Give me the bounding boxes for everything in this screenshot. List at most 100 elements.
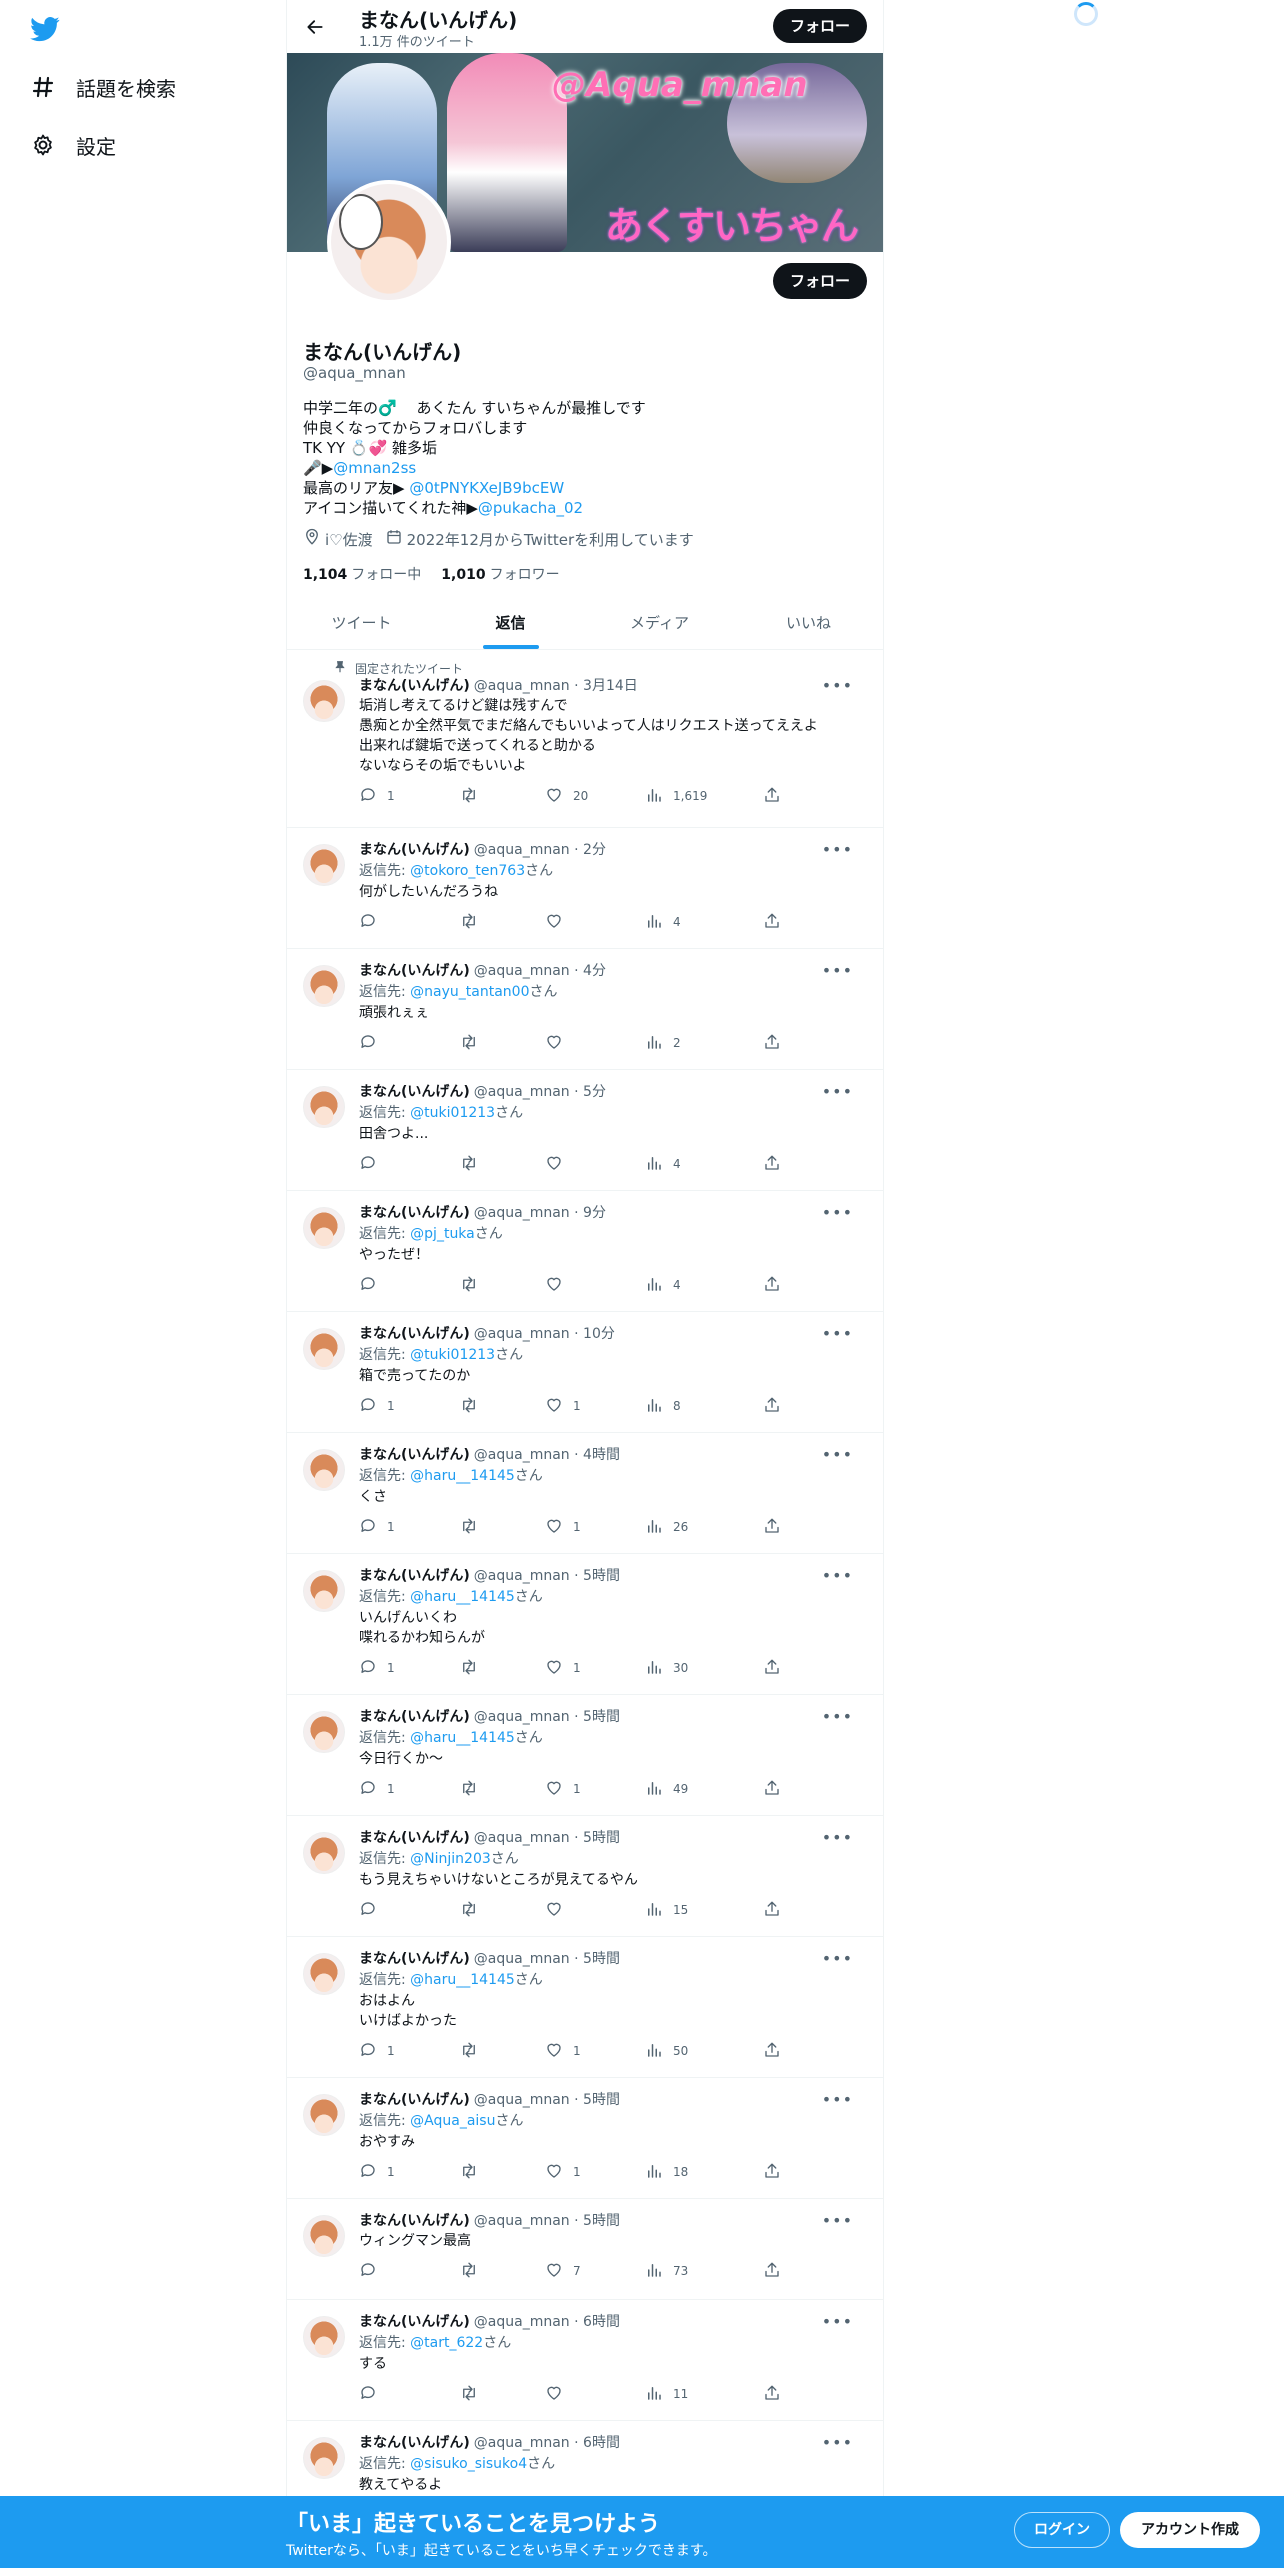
reply-button[interactable]: 1 [359,2039,395,2063]
like-button[interactable] [545,2382,573,2406]
reply-button[interactable]: 1 [359,1515,395,1539]
views-button[interactable]: 73 [645,2259,688,2283]
tweet-avatar[interactable] [303,1953,345,1995]
reply-to-handle[interactable]: @haru__14145 [410,1468,515,1484]
tweet-time[interactable]: 5時間 [583,2213,620,2229]
share-button[interactable] [763,910,791,934]
tweet-avatar[interactable] [303,1207,345,1249]
reply-to-handle[interactable]: @nayu_tantan00 [410,984,529,1000]
tweet-avatar[interactable] [303,1570,345,1612]
reply-to-handle[interactable]: @tart_622 [410,2335,483,2351]
tweet-avatar[interactable] [303,1832,345,1874]
like-button[interactable]: 20 [545,784,588,808]
profile-follow-button[interactable]: フォロー [773,263,867,299]
more-options-icon[interactable]: ••• [822,2433,853,2452]
views-button[interactable]: 8 [645,1394,681,1418]
profile-avatar[interactable] [327,180,451,304]
pinned-tweet[interactable]: 固定されたツイート まなん(いんげん) @aqua_mnan · 3月14日 ••• 垢… [287,652,883,828]
share-button[interactable] [763,1777,791,1801]
reply-button[interactable] [359,2382,387,2406]
more-options-icon[interactable]: ••• [822,1707,853,1726]
tweet-author-name[interactable]: まなん(いんげん) [359,963,470,979]
more-options-icon[interactable]: ••• [822,2090,853,2109]
retweet-button[interactable] [459,1273,489,1297]
tweet[interactable]: まなん(いんげん) @aqua_mnan · 10分 ••• 返信先: @tuki01… [287,1312,883,1433]
reply-to-handle[interactable]: @haru__14145 [410,1972,515,1988]
reply-button[interactable] [359,1031,387,1055]
tweet-author-handle[interactable]: @aqua_mnan [474,1326,570,1342]
tweet-avatar[interactable] [303,1711,345,1753]
retweet-button[interactable] [459,1152,489,1176]
share-button[interactable] [763,1394,791,1418]
tweet-time[interactable]: 5時間 [583,1830,620,1846]
tweet-avatar[interactable] [303,844,345,886]
tweet-avatar[interactable] [303,2215,345,2257]
views-button[interactable]: 26 [645,1515,688,1539]
retweet-button[interactable] [459,1515,489,1539]
tab-tweets[interactable]: ツイート [287,597,436,649]
tweet-author-name[interactable]: まなん(いんげん) [359,1326,470,1342]
tweet-author-handle[interactable]: @aqua_mnan [474,842,570,858]
retweet-button[interactable] [459,910,489,934]
tweet-author-name[interactable]: まなん(いんげん) [359,2213,470,2229]
reply-button[interactable] [359,1152,387,1176]
tweet-avatar[interactable] [303,2437,345,2479]
tweet[interactable]: まなん(いんげん) @aqua_mnan · 5時間 ••• 返信先: @haru__… [287,1937,883,2078]
like-button[interactable]: 1 [545,1777,581,1801]
tweet-author-name[interactable]: まなん(いんげん) [359,842,470,858]
tweet-time[interactable]: 9分 [583,1205,606,1221]
tweet-author-handle[interactable]: @aqua_mnan [474,2435,570,2451]
tweet[interactable]: まなん(いんげん) @aqua_mnan · 5分 ••• 返信先: @tuki012… [287,1070,883,1191]
retweet-button[interactable] [459,2160,489,2184]
tweet[interactable]: まなん(いんげん) @aqua_mnan · 5時間 ••• 返信先: @Ninjin… [287,1816,883,1937]
tweet-avatar[interactable] [303,2316,345,2358]
reply-to-handle[interactable]: @Ninjin203 [410,1851,491,1867]
reply-to-handle[interactable]: @Aqua_aisu [410,2113,495,2129]
followers-link[interactable]: 1,010 フォロワー [441,564,559,584]
tweet-author-name[interactable]: まなん(いんげん) [359,1447,470,1463]
reply-button[interactable]: 1 [359,1656,395,1680]
tweet-time[interactable]: 3月14日 [583,678,638,694]
tweet[interactable]: まなん(いんげん) @aqua_mnan · 6時間 ••• 返信先: @tart_6… [287,2300,883,2421]
views-button[interactable]: 30 [645,1656,688,1680]
tweet-author-name[interactable]: まなん(いんげん) [359,1568,470,1584]
share-button[interactable] [763,2160,791,2184]
tweet-avatar[interactable] [303,1086,345,1128]
more-options-icon[interactable]: ••• [822,1566,853,1585]
views-button[interactable]: 49 [645,1777,688,1801]
tweet-time[interactable]: 6時間 [583,2314,620,2330]
tweet-time[interactable]: 6時間 [583,2435,620,2451]
tweet-author-handle[interactable]: @aqua_mnan [474,2092,570,2108]
bio-link-friend[interactable]: @0tPNYKXeJB9bcEW [409,479,564,497]
tweet-author-name[interactable]: まなん(いんげん) [359,1205,470,1221]
retweet-button[interactable] [459,2039,489,2063]
like-button[interactable]: 1 [545,1394,581,1418]
views-button[interactable]: 4 [645,1273,681,1297]
retweet-button[interactable] [459,1656,489,1680]
more-options-icon[interactable]: ••• [822,1203,853,1222]
tweet-avatar[interactable] [303,1328,345,1370]
views-button[interactable]: 4 [645,910,681,934]
twitter-bird-icon[interactable] [28,14,62,44]
reply-to-handle[interactable]: @pj_tuka [410,1226,475,1242]
tweet-author-handle[interactable]: @aqua_mnan [474,1084,570,1100]
views-button[interactable]: 50 [645,2039,688,2063]
retweet-button[interactable] [459,2382,489,2406]
retweet-button[interactable] [459,1394,489,1418]
reply-to-handle[interactable]: @tuki01213 [410,1347,495,1363]
reply-to-handle[interactable]: @sisuko_sisuko4 [410,2456,527,2472]
share-button[interactable] [763,1515,791,1539]
tweet-avatar[interactable] [303,680,345,722]
more-options-icon[interactable]: ••• [822,676,853,695]
reply-to-handle[interactable]: @tuki01213 [410,1105,495,1121]
like-button[interactable] [545,1898,573,1922]
like-button[interactable]: 1 [545,2039,581,2063]
tweet-author-handle[interactable]: @aqua_mnan [474,1205,570,1221]
tweet-time[interactable]: 4時間 [583,1447,620,1463]
tweet-author-handle[interactable]: @aqua_mnan [474,1830,570,1846]
share-button[interactable] [763,2039,791,2063]
tweet-time[interactable]: 2分 [583,842,606,858]
views-button[interactable]: 15 [645,1898,688,1922]
tweet-avatar[interactable] [303,2094,345,2136]
like-button[interactable] [545,910,573,934]
